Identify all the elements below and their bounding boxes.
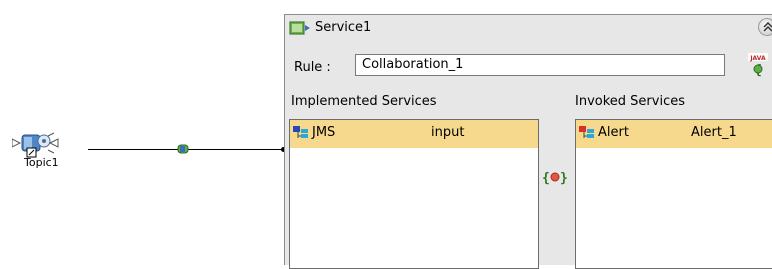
- topic-label: Topic1: [24, 156, 59, 169]
- service-title: Service1: [315, 20, 372, 35]
- collapse-up-icon: [763, 21, 772, 32]
- invoked-service-value: Alert_1: [691, 125, 737, 140]
- jms-service-icon: [293, 126, 308, 138]
- svg-text:JAVA: JAVA: [749, 55, 766, 62]
- rule-field[interactable]: Collaboration_1: [355, 54, 725, 76]
- svg-text:}: }: [560, 171, 568, 186]
- implemented-service-value: input: [431, 125, 465, 140]
- invoked-service-row[interactable]: Alert Alert_1: [576, 120, 772, 148]
- service-icon: [289, 21, 310, 35]
- service-panel[interactable]: Service1 Rule : Collaboration_1 JAVA { I…: [284, 14, 772, 269]
- implemented-services-list[interactable]: JMS input: [289, 119, 539, 269]
- invoked-services-label: Invoked Services: [575, 94, 685, 109]
- implemented-services-label: Implemented Services: [291, 94, 437, 109]
- service-header: Service1: [285, 15, 772, 39]
- invoked-service-name: Alert: [598, 125, 629, 140]
- svg-text:{: {: [542, 171, 550, 186]
- java-collaboration-icon[interactable]: JAVA {: [743, 52, 772, 78]
- connector-icon[interactable]: [176, 142, 190, 156]
- mapping-icon[interactable]: { }: [540, 167, 570, 187]
- collapse-button[interactable]: [758, 18, 772, 36]
- invoked-services-list[interactable]: Alert Alert_1: [575, 119, 772, 269]
- implemented-service-row[interactable]: JMS input: [290, 120, 538, 148]
- rule-label: Rule :: [294, 60, 331, 75]
- alert-service-icon: [579, 126, 594, 138]
- topic-node[interactable]: [11, 130, 102, 180]
- implemented-service-name: JMS: [312, 125, 336, 140]
